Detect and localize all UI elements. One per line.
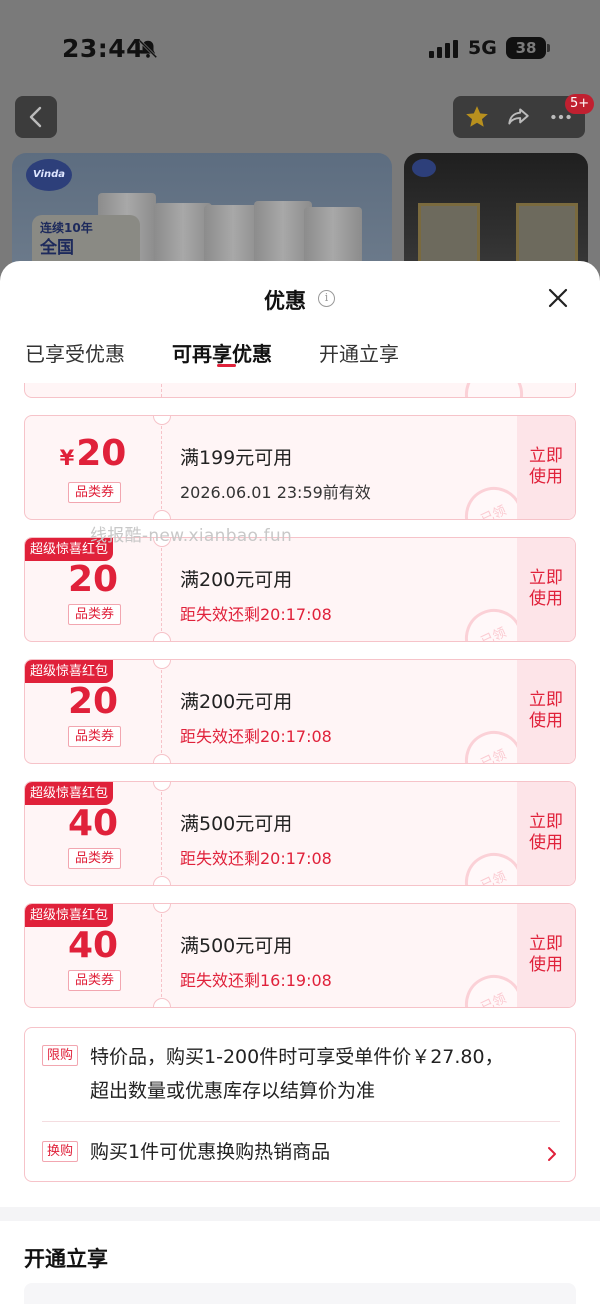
use-now-button[interactable]: 立即 使用: [517, 538, 575, 641]
use-now-button[interactable]: 立即 使用: [517, 416, 575, 519]
coupon-notch: [153, 998, 171, 1007]
coupon-notch: [153, 904, 171, 913]
share-icon[interactable]: [505, 104, 531, 130]
sheet-title: 优惠: [264, 289, 306, 313]
coupon-card: 40 品类券 满500元可用 距失效还剩16:19:08 已领 立即 使用 超级惊…: [24, 903, 576, 1008]
currency-symbol: ¥: [59, 446, 75, 470]
battery-icon: 38: [506, 37, 546, 59]
coupon-condition: 满500元可用: [180, 813, 293, 835]
use-now-button[interactable]: 立即 使用: [517, 904, 575, 1007]
coupon-notch: [153, 754, 171, 763]
tab-more-discounts[interactable]: 可再享优惠: [172, 338, 272, 367]
coupon-card-partial: [24, 383, 576, 398]
coupon-validity: 2026.06.01 23:59前有效: [180, 483, 371, 502]
coupon-condition: 满199元可用: [180, 447, 293, 469]
status-time: 23:44: [62, 34, 145, 63]
coupon-card: 20 品类券 满200元可用 距失效还剩20:17:08 已领 立即 使用 超级惊…: [24, 659, 576, 764]
limit-text-line1: 特价品，购买1-200件时可享受单件价￥27.80，: [90, 1046, 504, 1068]
brand-logo: Vinda: [26, 159, 72, 191]
coupon-notch: [153, 632, 171, 641]
coupon-notch: [153, 876, 171, 885]
battery-cap: [547, 44, 550, 52]
limit-tag: 限购: [42, 1045, 79, 1066]
chevron-right-icon[interactable]: [545, 1145, 559, 1163]
coupon-card: 40 品类券 满500元可用 距失效还剩20:17:08 已领 立即 使用 超级惊…: [24, 781, 576, 886]
surprise-ribbon: 超级惊喜红包: [25, 904, 114, 927]
coupon-category: 品类券: [68, 726, 122, 747]
tab-indicator: [217, 364, 236, 367]
info-icon[interactable]: i: [318, 290, 335, 307]
star-icon[interactable]: [464, 104, 490, 130]
section-title: 开通立享: [24, 1247, 108, 1271]
coupon-condition: 满200元可用: [180, 569, 293, 591]
coupon-amount-value: 20: [76, 433, 127, 474]
coupon-notch: [153, 660, 171, 669]
coupon-countdown: 距失效还剩20:17:08: [180, 727, 332, 746]
coupon-category: 品类券: [68, 848, 122, 869]
coupon-card: ¥20 品类券 满199元可用 2026.06.01 23:59前有效 已领 立…: [24, 415, 576, 520]
section-card: [24, 1283, 576, 1304]
coupon-category: 品类券: [68, 970, 122, 991]
coupon-amount: 40: [67, 925, 119, 966]
limit-text-line2: 超出数量或优惠库存以结算价为准: [90, 1080, 376, 1102]
section-separator: [0, 1207, 600, 1221]
coupon-amount: ¥20: [25, 434, 161, 478]
coupon-condition: 满200元可用: [180, 691, 293, 713]
coupon-countdown: 距失效还剩16:19:08: [180, 971, 332, 990]
back-button[interactable]: [15, 96, 57, 138]
use-now-button[interactable]: 立即 使用: [517, 782, 575, 885]
discount-sheet: 优惠 i 已享受优惠 可再享优惠 开通立享 ¥20 品类券 满199元可用 20…: [0, 261, 600, 1304]
coupon-notch: [153, 510, 171, 519]
watermark: 线报酷-new.xianbao.fun: [90, 526, 293, 546]
brand-logo-small: [412, 159, 436, 177]
use-now-button[interactable]: 立即 使用: [517, 660, 575, 763]
coupon-divider: [161, 660, 162, 763]
coupon-divider: [161, 904, 162, 1007]
close-icon[interactable]: [546, 286, 570, 310]
coupon-amount: 20: [67, 681, 119, 722]
background-page: 23:44 5G 38 5+ Vinda 连续10年 全国: [0, 0, 600, 293]
coupon-notch: [153, 782, 171, 791]
tab-enjoyed[interactable]: 已享受优惠: [25, 338, 125, 367]
coupon-divider: [161, 538, 162, 641]
coupon-category: 品类券: [68, 604, 122, 625]
coupon-divider: [161, 383, 162, 397]
banner-badge-line2: 全国: [40, 238, 74, 258]
coupon-amount: 40: [67, 803, 119, 844]
coupon-list[interactable]: ¥20 品类券 满199元可用 2026.06.01 23:59前有效 已领 立…: [0, 383, 600, 1023]
coupon-divider: [161, 782, 162, 885]
coupon-countdown: 距失效还剩20:17:08: [180, 849, 332, 868]
swap-row[interactable]: 换购 购买1件可优惠换购热销商品: [25, 1122, 577, 1182]
coupon-notch: [153, 416, 171, 425]
coupon-card: 20 品类券 满200元可用 距失效还剩20:17:08 已领 立即 使用 超级惊…: [24, 537, 576, 642]
bell-muted-icon: [138, 39, 158, 59]
coupon-condition: 满500元可用: [180, 935, 293, 957]
status-bar: 23:44 5G 38: [0, 0, 600, 96]
message-badge: 5+: [565, 94, 595, 114]
coupon-category: 品类券: [68, 482, 122, 503]
network-label: 5G: [468, 37, 497, 59]
coupon-countdown: 距失效还剩20:17:08: [180, 605, 332, 624]
coupon-divider: [161, 416, 162, 519]
promo-info-card: 限购 特价品，购买1-200件时可享受单件价￥27.80， 超出数量或优惠库存以…: [24, 1027, 576, 1182]
tab-activate[interactable]: 开通立享: [319, 338, 399, 367]
chevron-left-icon: [29, 106, 42, 128]
coupon-amount: 20: [67, 559, 119, 600]
signal-icon: [429, 40, 458, 58]
surprise-ribbon: 超级惊喜红包: [25, 782, 114, 805]
claimed-stamp: [455, 383, 533, 397]
swap-tag: 换购: [42, 1141, 79, 1162]
surprise-ribbon: 超级惊喜红包: [25, 660, 114, 683]
swap-text: 购买1件可优惠换购热销商品: [90, 1141, 331, 1163]
